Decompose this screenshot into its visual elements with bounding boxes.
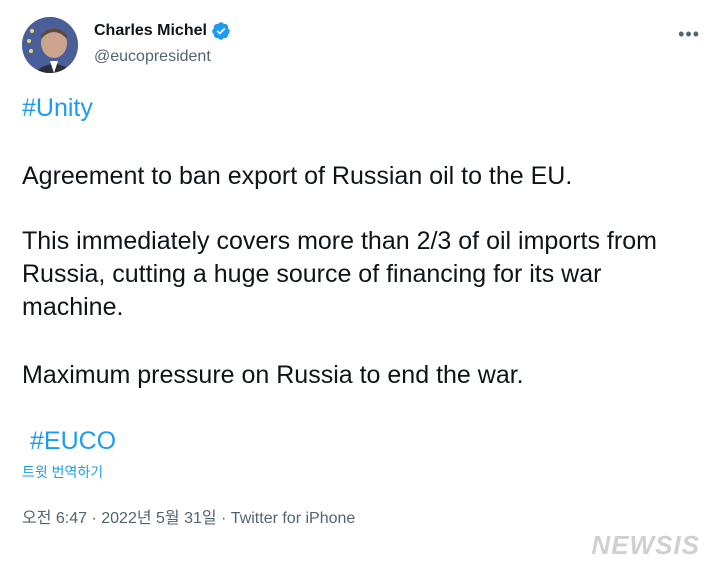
- user-handle[interactable]: @eucopresident: [94, 48, 211, 66]
- tweet-card: Charles Michel @eucopresident ••• #Unity…: [0, 0, 720, 573]
- translate-tweet-link[interactable]: 트윗 번역하기: [22, 462, 103, 482]
- user-name-row[interactable]: Charles Michel: [94, 21, 231, 41]
- display-name[interactable]: Charles Michel: [94, 22, 207, 40]
- tweet-timestamp[interactable]: 오전 6:47 · 2022년 5월 31일 · Twitter for iPh…: [22, 504, 355, 528]
- newsis-watermark: NEWSIS: [591, 530, 700, 560]
- more-horizontal-icon[interactable]: •••: [678, 24, 700, 45]
- hashtag-unity[interactable]: #Unity: [22, 92, 93, 125]
- avatar[interactable]: [22, 17, 78, 73]
- tweet-paragraph-1: Agreement to ban export of Russian oil t…: [22, 162, 573, 190]
- hashtag-euco[interactable]: #EUCO: [30, 425, 116, 458]
- tweet-paragraph-2: This immediately covers more than 2/3 of…: [22, 227, 657, 321]
- verified-badge-icon: [211, 21, 231, 41]
- tweet-paragraph-3: Maximum pressure on Russia to end the wa…: [22, 361, 524, 389]
